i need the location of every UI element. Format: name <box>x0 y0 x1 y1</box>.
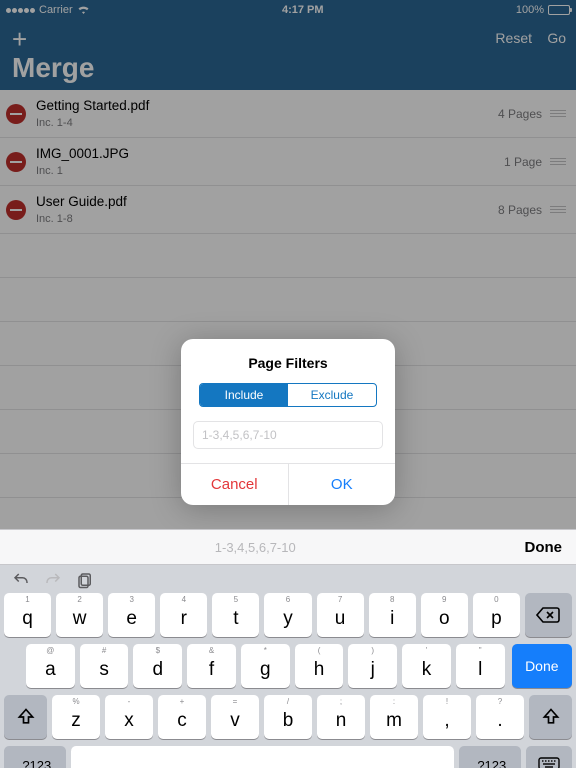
key-a[interactable]: @a <box>26 644 75 688</box>
key-q[interactable]: 1q <box>4 593 51 637</box>
page-filters-modal: Page Filters Include Exclude Cancel OK <box>181 339 395 505</box>
shift-icon <box>541 707 561 727</box>
mode-key-right[interactable]: .?123 <box>459 746 521 768</box>
keyboard: 1q2w3e4r5t6y7u8i9o0p @a#s$d&f*g(h)j'k"lD… <box>0 565 576 768</box>
segment-exclude[interactable]: Exclude <box>288 384 376 406</box>
key-m[interactable]: :m <box>370 695 418 739</box>
key-v[interactable]: =v <box>211 695 259 739</box>
segment-include[interactable]: Include <box>200 384 288 406</box>
cancel-button[interactable]: Cancel <box>181 464 289 505</box>
modal-title: Page Filters <box>181 339 395 383</box>
backspace-icon <box>536 606 560 624</box>
key-o[interactable]: 9o <box>421 593 468 637</box>
key-f[interactable]: &f <box>187 644 236 688</box>
key-u[interactable]: 7u <box>317 593 364 637</box>
key-p[interactable]: 0p <box>473 593 520 637</box>
keyboard-accessory: 1-3,4,5,6,7-10 Done <box>0 529 576 565</box>
key-i[interactable]: 8i <box>369 593 416 637</box>
shift-key-right[interactable] <box>529 695 572 739</box>
accessory-done-button[interactable]: Done <box>511 539 576 556</box>
keyboard-done-key[interactable]: Done <box>512 644 572 688</box>
key-x[interactable]: -x <box>105 695 153 739</box>
key-r[interactable]: 4r <box>160 593 207 637</box>
key-b[interactable]: /b <box>264 695 312 739</box>
ok-button[interactable]: OK <box>289 464 396 505</box>
key-g[interactable]: *g <box>241 644 290 688</box>
page-range-input[interactable] <box>193 421 383 449</box>
clipboard-icon[interactable] <box>76 571 94 589</box>
keyboard-edit-bar <box>4 571 572 593</box>
input-hint: 1-3,4,5,6,7-10 <box>0 540 511 555</box>
shift-icon <box>16 707 36 727</box>
key-w[interactable]: 2w <box>56 593 103 637</box>
key-l[interactable]: "l <box>456 644 505 688</box>
key-z[interactable]: %z <box>52 695 100 739</box>
key-k[interactable]: 'k <box>402 644 451 688</box>
mode-key[interactable]: .?123 <box>4 746 66 768</box>
key-s[interactable]: #s <box>80 644 129 688</box>
key-y[interactable]: 6y <box>264 593 311 637</box>
hide-keyboard-icon <box>537 756 561 768</box>
key-n[interactable]: ;n <box>317 695 365 739</box>
key-comma[interactable]: !, <box>423 695 471 739</box>
shift-key[interactable] <box>4 695 47 739</box>
key-c[interactable]: +c <box>158 695 206 739</box>
filter-segmented-control[interactable]: Include Exclude <box>199 383 377 407</box>
key-d[interactable]: $d <box>133 644 182 688</box>
key-j[interactable]: )j <box>348 644 397 688</box>
key-e[interactable]: 3e <box>108 593 155 637</box>
space-key[interactable] <box>71 746 454 768</box>
backspace-key[interactable] <box>525 593 572 637</box>
key-dot[interactable]: ?. <box>476 695 524 739</box>
hide-keyboard-key[interactable] <box>526 746 572 768</box>
redo-icon[interactable] <box>44 571 62 589</box>
key-h[interactable]: (h <box>295 644 344 688</box>
key-t[interactable]: 5t <box>212 593 259 637</box>
undo-icon[interactable] <box>12 571 30 589</box>
